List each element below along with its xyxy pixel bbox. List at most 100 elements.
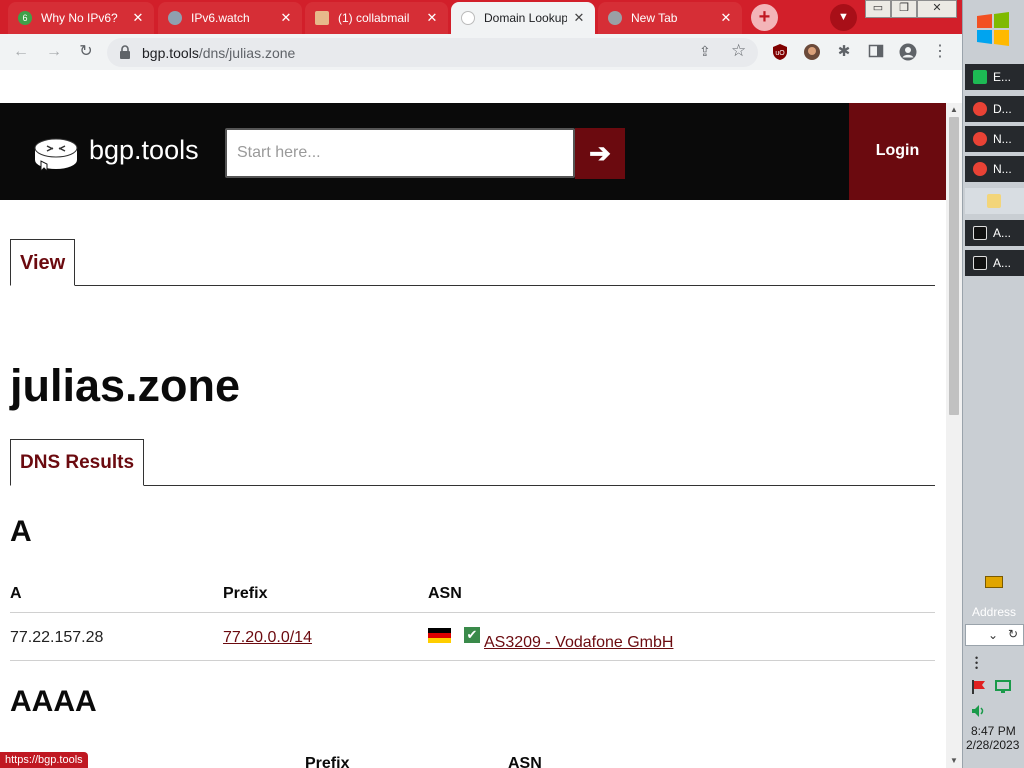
taskbar-item-n2[interactable]: N... [965, 156, 1024, 182]
tab-title: Domain Lookup [484, 11, 567, 25]
taskbar-item-a1[interactable]: A... [965, 220, 1024, 246]
console-icon [973, 226, 987, 240]
web-page: bgp.tools ➔ Login View julias.zone DNS R… [0, 103, 946, 768]
aaaa-record-heading: AAAA [10, 685, 97, 718]
taskbar-item-label: E... [993, 70, 1012, 84]
tab-title: IPv6.watch [191, 11, 250, 25]
folder-icon [987, 194, 1001, 208]
results-tab-bar: DNS Results [10, 439, 935, 486]
taskbar: E... D... N... N... A... A... Address ⌄ … [962, 0, 1024, 768]
lock-icon [120, 45, 130, 59]
clock-time[interactable]: 8:47 PM [971, 724, 1016, 738]
tab-title: (1) collabmail [338, 11, 410, 25]
a-record-heading: A [10, 515, 32, 548]
taskbar-item-label: N... [993, 132, 1012, 146]
svg-text:uO: uO [775, 50, 785, 57]
bookmark-star-icon[interactable]: ☆ [731, 41, 746, 61]
search-input[interactable] [225, 128, 575, 178]
flag-icon[interactable] [971, 680, 987, 694]
taskbar-item-e[interactable]: E... [965, 64, 1024, 90]
scrollbar-thumb[interactable] [949, 117, 959, 415]
url-host: bgp.tools [142, 45, 199, 61]
table-row-divider [10, 660, 935, 661]
status-link-tooltip: https://bgp.tools [0, 752, 88, 768]
taskbar-item-label: A... [993, 226, 1012, 240]
puzzle-extensions-icon[interactable]: ✱ [835, 43, 853, 61]
menu-dots-icon[interactable]: ⋮ [931, 43, 949, 61]
chrome-icon [973, 162, 987, 176]
taskbar-item-n1[interactable]: N... [965, 126, 1024, 152]
tab-close-icon[interactable]: ✕ [130, 10, 146, 26]
aaaa-column-header-prefix: Prefix [305, 755, 350, 768]
chrome-icon [973, 132, 987, 146]
network-icon[interactable] [995, 680, 1011, 694]
asn-link[interactable]: AS3209 - Vodafone GmbH [484, 634, 673, 652]
browser-toolbar: ← → ↻ bgp.tools/dns/julias.zone ⇪ ☆ uO ✱ [0, 34, 962, 70]
column-header-asn: ASN [428, 585, 462, 602]
tab-ipv6-watch[interactable]: IPv6.watch ✕ [158, 2, 302, 34]
ublock-origin-icon[interactable]: uO [771, 43, 789, 61]
taskbar-item-d[interactable]: D... [965, 96, 1024, 122]
table-header-divider [10, 612, 935, 613]
tab-strip: 6 Why No IPv6? ✕ IPv6.watch ✕ (1) collab… [0, 0, 962, 34]
a-record-address: 77.22.157.28 [10, 629, 104, 646]
side-panel-icon[interactable] [867, 43, 885, 61]
column-header-prefix: Prefix [223, 585, 268, 602]
tab-why-no-ipv6[interactable]: 6 Why No IPv6? ✕ [8, 2, 154, 34]
refresh-icon[interactable]: ↻ [1008, 627, 1018, 641]
taskbar-item-label: D... [993, 102, 1012, 116]
aaaa-column-header-asn: ASN [508, 755, 542, 768]
taskbar-item-folder[interactable] [965, 188, 1024, 214]
tab-new-tab[interactable]: New Tab ✕ [598, 2, 742, 34]
restore-button[interactable]: ❐ [891, 0, 917, 18]
chevron-down-icon[interactable]: ⌄ [988, 628, 998, 642]
volume-icon[interactable] [971, 704, 987, 718]
taskbar-item-label: A... [993, 256, 1012, 270]
green-app-icon [973, 70, 987, 84]
site-name[interactable]: bgp.tools [89, 135, 199, 166]
desktop-screen: 6 Why No IPv6? ✕ IPv6.watch ✕ (1) collab… [0, 0, 1024, 768]
reload-icon[interactable]: ↻ [75, 41, 97, 63]
forward-arrow-icon[interactable]: → [43, 41, 65, 63]
scroll-down-icon[interactable]: ▼ [946, 754, 962, 768]
tab-close-icon[interactable]: ✕ [718, 10, 734, 26]
login-button[interactable]: Login [849, 103, 946, 200]
keyboard-icon[interactable] [985, 576, 1003, 588]
tab-title: Why No IPv6? [41, 11, 118, 25]
tab-close-icon[interactable]: ✕ [424, 10, 440, 26]
new-tab-button[interactable]: + [751, 4, 778, 31]
windows-start-icon[interactable] [976, 12, 1010, 46]
minimize-button[interactable]: ▭ [865, 0, 891, 18]
toolbar-grip-icon[interactable]: • • • [975, 654, 978, 673]
share-icon[interactable]: ⇪ [699, 43, 711, 60]
scroll-up-icon[interactable]: ▲ [946, 103, 962, 117]
back-arrow-icon[interactable]: ← [10, 41, 32, 63]
close-window-button[interactable]: ✕ [917, 0, 957, 18]
router-logo-icon[interactable] [33, 135, 79, 171]
profile-photo-icon[interactable] [803, 43, 821, 61]
view-tab-bar: View [10, 239, 935, 286]
tab-view[interactable]: View [10, 239, 76, 286]
address-bar[interactable]: bgp.tools/dns/julias.zone ⇪ ☆ [107, 38, 758, 67]
page-favicon-icon: 6 [18, 11, 32, 25]
tab-close-icon[interactable]: ✕ [278, 10, 294, 26]
search-submit-button[interactable]: ➔ [575, 128, 625, 179]
globe-favicon-icon [168, 11, 182, 25]
tab-dns-results[interactable]: DNS Results [10, 439, 145, 486]
clock-date[interactable]: 2/28/2023 [966, 738, 1019, 752]
address-toolbar-label: Address [972, 605, 1017, 619]
taskbar-item-a2[interactable]: A... [965, 250, 1024, 276]
account-icon[interactable] [899, 43, 917, 61]
tab-search-chevron-icon[interactable]: ▼ [830, 4, 857, 31]
tab-close-icon[interactable]: ✕ [571, 10, 587, 26]
page-scrollbar[interactable]: ▲ ▼ [946, 103, 962, 768]
tab-domain-lookup[interactable]: Domain Lookup ✕ [451, 2, 595, 34]
taskbar-item-label: N... [993, 162, 1012, 176]
url-path: /dns/julias.zone [198, 45, 296, 61]
collabmail-favicon-icon [315, 11, 329, 25]
bgp-tools-favicon-icon [461, 11, 475, 25]
prefix-link[interactable]: 77.20.0.0/14 [223, 629, 312, 647]
tab-collabmail[interactable]: (1) collabmail ✕ [305, 2, 448, 34]
domain-title: julias.zone [10, 360, 241, 411]
address-toolbar-input[interactable]: ⌄ ↻ [965, 624, 1024, 646]
